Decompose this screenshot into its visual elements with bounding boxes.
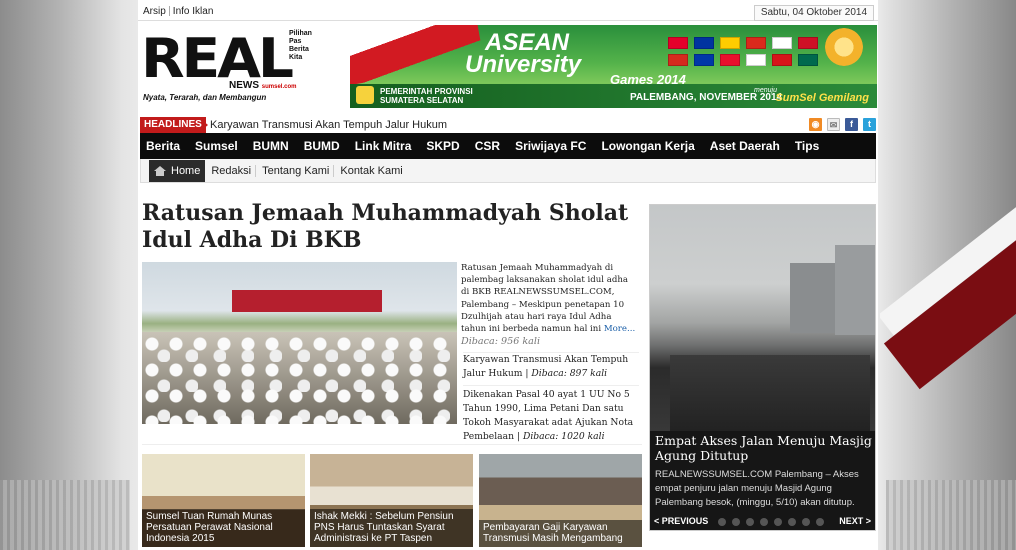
slider-previous-button[interactable]: < PREVIOUS — [654, 516, 708, 526]
flag-icon — [668, 37, 688, 49]
top-bar: Arsip Info Iklan Sabtu, 04 Oktober 2014 — [138, 3, 878, 21]
nav-sriwijaya-fc[interactable]: Sriwijaya FC — [515, 133, 586, 159]
slider-next-button[interactable]: NEXT > — [839, 516, 871, 526]
home-icon — [154, 165, 166, 176]
background-stripes-left — [0, 480, 130, 550]
slider-dot[interactable] — [774, 518, 782, 526]
nav-redaksi[interactable]: Redaksi — [211, 164, 257, 177]
nav-aset-daerah[interactable]: Aset Daerah — [710, 133, 780, 159]
nav-skpd[interactable]: SKPD — [426, 133, 459, 159]
related-article[interactable]: Karyawan Transmusi Akan Tempuh Jalur Huk… — [463, 352, 639, 381]
nav-tips[interactable]: Tips — [795, 133, 819, 159]
section-divider — [142, 444, 642, 445]
background-ribbon — [880, 0, 1016, 550]
logo-tagline: Pilihan Pas Berita Kita — [289, 30, 312, 61]
site-logo[interactable]: REAL Pilihan Pas Berita Kita NEWS sumsel.co… — [141, 28, 321, 106]
flag-icon — [694, 37, 714, 49]
slider-dot[interactable] — [746, 518, 754, 526]
nav-sumsel[interactable]: Sumsel — [195, 133, 238, 159]
flag-icon — [746, 54, 766, 66]
link-arsip[interactable]: Arsip — [140, 6, 169, 17]
thumbnail-article[interactable]: Sumsel Tuan Rumah Munas Persatuan Perawa… — [142, 454, 305, 547]
banner-logo-icon — [825, 28, 863, 66]
article-summary: Ratusan Jemaah Muhammadyah di palembag l… — [461, 263, 636, 348]
province-emblem-icon — [356, 86, 374, 104]
thumbnail-article[interactable]: Ishak Mekki : Sebelum Pensiun PNS Harus … — [310, 454, 473, 547]
rss-icon[interactable]: ◉ — [809, 118, 822, 131]
link-info-iklan[interactable]: Info Iklan — [170, 6, 217, 17]
top-links: Arsip Info Iklan — [140, 6, 216, 17]
article-photo[interactable] — [142, 262, 457, 424]
nav-csr[interactable]: CSR — [475, 133, 500, 159]
slider-dot[interactable] — [816, 518, 824, 526]
article-read-count: Dibaca: 956 kali — [461, 336, 541, 348]
slider-dot[interactable] — [802, 518, 810, 526]
logo-motto: Nyata, Terarah, dan Membangun — [143, 93, 267, 102]
nav-tentang-kami[interactable]: Tentang Kami — [262, 164, 335, 177]
nav-kontak-kami[interactable]: Kontak Kami — [340, 165, 406, 177]
secondary-navigation: Home Redaksi Tentang Kami Kontak Kami — [140, 159, 876, 183]
banner-flags — [668, 37, 826, 66]
nav-berita[interactable]: Berita — [146, 133, 180, 159]
nav-bumn[interactable]: BUMN — [253, 133, 289, 159]
facebook-icon[interactable]: f — [845, 118, 858, 131]
flag-icon — [798, 37, 818, 49]
page: Arsip Info Iklan Sabtu, 04 Oktober 2014 R… — [138, 0, 878, 550]
flag-icon — [720, 54, 740, 66]
flag-icon — [668, 54, 688, 66]
mail-icon[interactable]: ✉ — [827, 118, 840, 131]
slider-dot[interactable] — [788, 518, 796, 526]
slider-title[interactable]: Empat Akses Jalan Menuju Masjig Agung Di… — [655, 433, 873, 463]
twitter-icon[interactable]: t — [863, 118, 876, 131]
flag-icon — [694, 54, 714, 66]
slider-dot[interactable] — [732, 518, 740, 526]
headline-link[interactable]: Karyawan Transmusi Akan Tempuh Jalur Huk… — [210, 118, 447, 132]
slider-description: REALNEWSSUMSEL.COM Palembang – Akses emp… — [655, 469, 859, 508]
headlines-label: HEADLINES — [140, 117, 206, 133]
thumbnail-caption: Pembayaran Gaji Karyawan Transmusi Masih… — [479, 520, 642, 547]
slider-dot[interactable] — [760, 518, 768, 526]
read-more-link[interactable]: More... — [604, 324, 635, 334]
thumbnail-article[interactable]: Pembayaran Gaji Karyawan Transmusi Masih… — [479, 454, 642, 547]
nav-lowongan-kerja[interactable]: Lowongan Kerja — [601, 133, 694, 159]
nav-link-mitra[interactable]: Link Mitra — [355, 133, 412, 159]
flag-icon — [746, 37, 766, 49]
nav-home[interactable]: Home — [149, 159, 206, 182]
article-title[interactable]: Ratusan Jemaah Muhammadyah Sholat Idul A… — [142, 200, 632, 254]
headlines-ticker: HEADLINES Karyawan Transmusi Akan Tempuh… — [140, 117, 878, 133]
flag-icon — [772, 37, 792, 49]
thumbnail-caption: Sumsel Tuan Rumah Munas Persatuan Perawa… — [142, 509, 305, 547]
slider-controls: < PREVIOUS NEXT > — [650, 514, 875, 530]
nav-bumd[interactable]: BUMD — [304, 133, 340, 159]
flag-icon — [772, 54, 792, 66]
date-display: Sabtu, 04 Oktober 2014 — [753, 5, 874, 21]
thumbnail-caption: Ishak Mekki : Sebelum Pensiun PNS Harus … — [310, 509, 473, 547]
flag-icon — [798, 54, 818, 66]
slider-pagination — [718, 518, 824, 526]
main-navigation: Berita Sumsel BUMN BUMD Link Mitra SKPD … — [140, 133, 876, 159]
featured-slider: Empat Akses Jalan Menuju Masjig Agung Di… — [649, 204, 876, 531]
social-links: ◉ ✉ f t — [809, 118, 876, 131]
slider-dot[interactable] — [718, 518, 726, 526]
flag-icon — [720, 37, 740, 49]
ad-banner[interactable]: ASEAN University Games 2014 PEMERINTAH P… — [350, 25, 877, 108]
related-article[interactable]: Dikenakan Pasal 40 ayat 1 UU No 5 Tahun … — [463, 385, 639, 444]
